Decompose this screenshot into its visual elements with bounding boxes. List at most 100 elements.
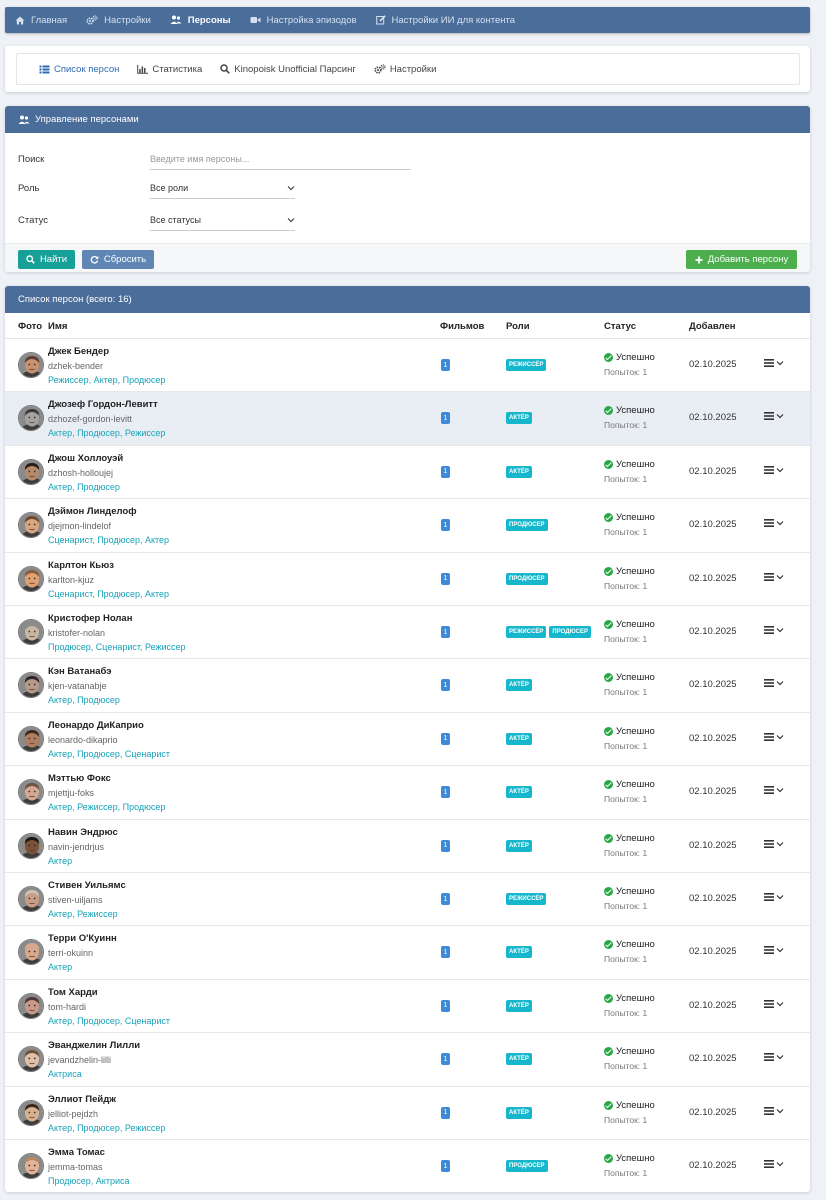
row-actions-dropdown[interactable] [764, 786, 784, 795]
column-name[interactable]: Имя [48, 321, 67, 332]
avatar [18, 458, 44, 485]
table-row[interactable]: Кристофер Нолан kristofer-nolan Продюсер… [5, 606, 810, 660]
person-name[interactable]: Карлтон Кьюз [48, 560, 114, 571]
added-date: 02.10.2025 [689, 839, 737, 851]
row-actions-dropdown[interactable] [764, 1106, 784, 1115]
table-row[interactable]: Карлтон Кьюз karlton-kjuz Сценарист, Про… [5, 553, 810, 606]
table-row[interactable]: Кэн Ватанабэ kjen-vatanabje Актер, Продю… [5, 659, 810, 713]
avatar [18, 992, 44, 1019]
avatar [18, 725, 44, 752]
nav-item-0[interactable]: Главная [15, 15, 67, 26]
role-badges: АКТЁР [506, 1053, 535, 1066]
column-films[interactable]: Фильмов [440, 321, 484, 332]
added-date: 02.10.2025 [689, 946, 737, 958]
person-name[interactable]: Мэттью Фокс [48, 773, 111, 784]
row-actions-dropdown[interactable] [764, 1053, 784, 1062]
role-badges: АКТЁР [506, 1106, 535, 1119]
add-person-button[interactable]: Добавить персону [686, 250, 797, 269]
person-name[interactable]: Навин Эндрюс [48, 827, 118, 838]
tab-0[interactable]: Список персон [39, 64, 119, 75]
role-badge: АКТЁР [506, 1106, 532, 1119]
person-name[interactable]: Эмма Томас [48, 1147, 105, 1158]
chevron-down-icon [776, 734, 784, 740]
person-name[interactable]: Эванджелин Лилли [48, 1040, 140, 1051]
row-actions-dropdown[interactable] [764, 465, 784, 474]
status-select[interactable]: Все статусы [150, 209, 295, 231]
person-name[interactable]: Эллиот Пейдж [48, 1094, 116, 1105]
find-button[interactable]: Найти [18, 250, 75, 269]
avatar [18, 619, 44, 645]
table-row[interactable]: Мэттью Фокс mjettju-foks Актер, Режиссер… [5, 766, 810, 820]
role-badge: АКТЁР [506, 412, 532, 425]
person-name[interactable]: Леонардо ДиКаприо [48, 720, 144, 731]
person-name[interactable]: Дэймон Линделоф [48, 506, 137, 517]
nav-item-2[interactable]: Персоны [170, 15, 231, 26]
table-row[interactable]: Эванджелин Лилли jevandzhelin-lilli Актр… [5, 1033, 810, 1087]
table-row[interactable]: Стивен Уильямс stiven-uiljams Актер, Реж… [5, 873, 810, 927]
status-success: Успешно [604, 726, 655, 737]
table-row[interactable]: Эмма Томас jemma-tomas Продюсер, Актриса… [5, 1140, 810, 1192]
row-actions-dropdown[interactable] [764, 839, 784, 848]
row-actions-dropdown[interactable] [764, 946, 784, 955]
table-row[interactable]: Том Харди tom-hardi Актер, Продюсер, Сце… [5, 980, 810, 1034]
person-name[interactable]: Джозеф Гордон-Левитт [48, 399, 158, 410]
row-actions-dropdown[interactable] [764, 359, 784, 367]
tab-3[interactable]: Настройки [374, 64, 436, 75]
added-date: 02.10.2025 [689, 1160, 737, 1171]
row-actions-dropdown[interactable] [764, 1160, 784, 1168]
table-row[interactable]: Дэймон Линделоф djejmon-lindelof Сценари… [5, 499, 810, 553]
role-select-value: Все роли [150, 182, 189, 193]
person-name[interactable]: Кэн Ватанабэ [48, 666, 112, 677]
table-row[interactable]: Эллиот Пейдж jelliot-pejdzh Актер, Продю… [5, 1087, 810, 1140]
tab-1[interactable]: Статистика [137, 64, 202, 75]
column-added[interactable]: Добавлен [689, 321, 735, 332]
status-row: Статус Все статусы [18, 209, 798, 231]
status-success: Успешно [604, 939, 655, 950]
role-select[interactable]: Все роли [150, 177, 295, 199]
films-count-badge: 1 [441, 732, 450, 745]
status-select-value: Все статусы [150, 214, 201, 225]
status-text: Успешно [616, 992, 655, 1004]
row-actions-dropdown[interactable] [764, 679, 784, 688]
check-circle-icon [604, 566, 613, 576]
row-actions-dropdown[interactable] [764, 999, 784, 1008]
tab-2[interactable]: Kinopoisk Unofficial Парсинг [220, 64, 356, 75]
row-actions-dropdown[interactable] [764, 626, 784, 634]
tab-label: Статистика [152, 63, 203, 75]
nav-item-3[interactable]: Настройка эпизодов [250, 15, 357, 26]
list-icon [39, 65, 50, 73]
persons-management-panel: Управление персонами Поиск Роль Все роли… [5, 106, 810, 272]
bars-icon [764, 1053, 774, 1062]
chevron-down-icon [776, 788, 784, 793]
role-badges: АКТЁР [506, 999, 535, 1012]
table-row[interactable]: Навин Эндрюс navin-jendrjus Актер 1 АКТЁ… [5, 820, 810, 873]
row-actions-dropdown[interactable] [764, 732, 784, 741]
person-slug: stiven-uiljams [48, 895, 103, 905]
role-badges: АКТЁР [506, 679, 535, 692]
column-photo: Фото [18, 321, 43, 332]
table-row[interactable]: Джек Бендер dzhek-bender Режиссер, Актер… [5, 339, 810, 393]
nav-item-1[interactable]: Настройки [86, 15, 151, 26]
status-text: Успешно [616, 458, 655, 470]
row-actions-dropdown[interactable] [764, 519, 784, 528]
table-row[interactable]: Терри О'Куинн terri-okuinn Актер 1 АКТЁР… [5, 926, 810, 980]
reset-button[interactable]: Сбросить [82, 250, 154, 269]
person-name[interactable]: Кристофер Нолан [48, 613, 132, 624]
row-actions-dropdown[interactable] [764, 893, 784, 901]
person-name[interactable]: Джек Бендер [48, 346, 109, 357]
nav-item-4[interactable]: Настройки ИИ для контента [375, 15, 515, 26]
attempts-count: Попыток: 1 [604, 901, 648, 911]
table-row[interactable]: Джозеф Гордон-Левитт dzhozef-gordon-levi… [5, 392, 810, 446]
table-row[interactable]: Джош Холлоуэй dzhosh-holloujej Актер, Пр… [5, 446, 810, 500]
person-name[interactable]: Стивен Уильямс [48, 880, 126, 891]
added-date: 02.10.2025 [689, 626, 737, 637]
person-slug: kjen-vatanabje [48, 681, 107, 692]
table-row[interactable]: Леонардо ДиКаприо leonardo-dikaprio Акте… [5, 713, 810, 767]
person-name[interactable]: Джош Холлоуэй [48, 453, 123, 464]
row-actions-dropdown[interactable] [764, 412, 784, 421]
person-name[interactable]: Терри О'Куинн [48, 933, 117, 944]
person-name[interactable]: Том Харди [48, 987, 98, 998]
search-input[interactable] [150, 148, 411, 170]
role-badge: АКТЁР [506, 732, 532, 745]
row-actions-dropdown[interactable] [764, 572, 784, 581]
